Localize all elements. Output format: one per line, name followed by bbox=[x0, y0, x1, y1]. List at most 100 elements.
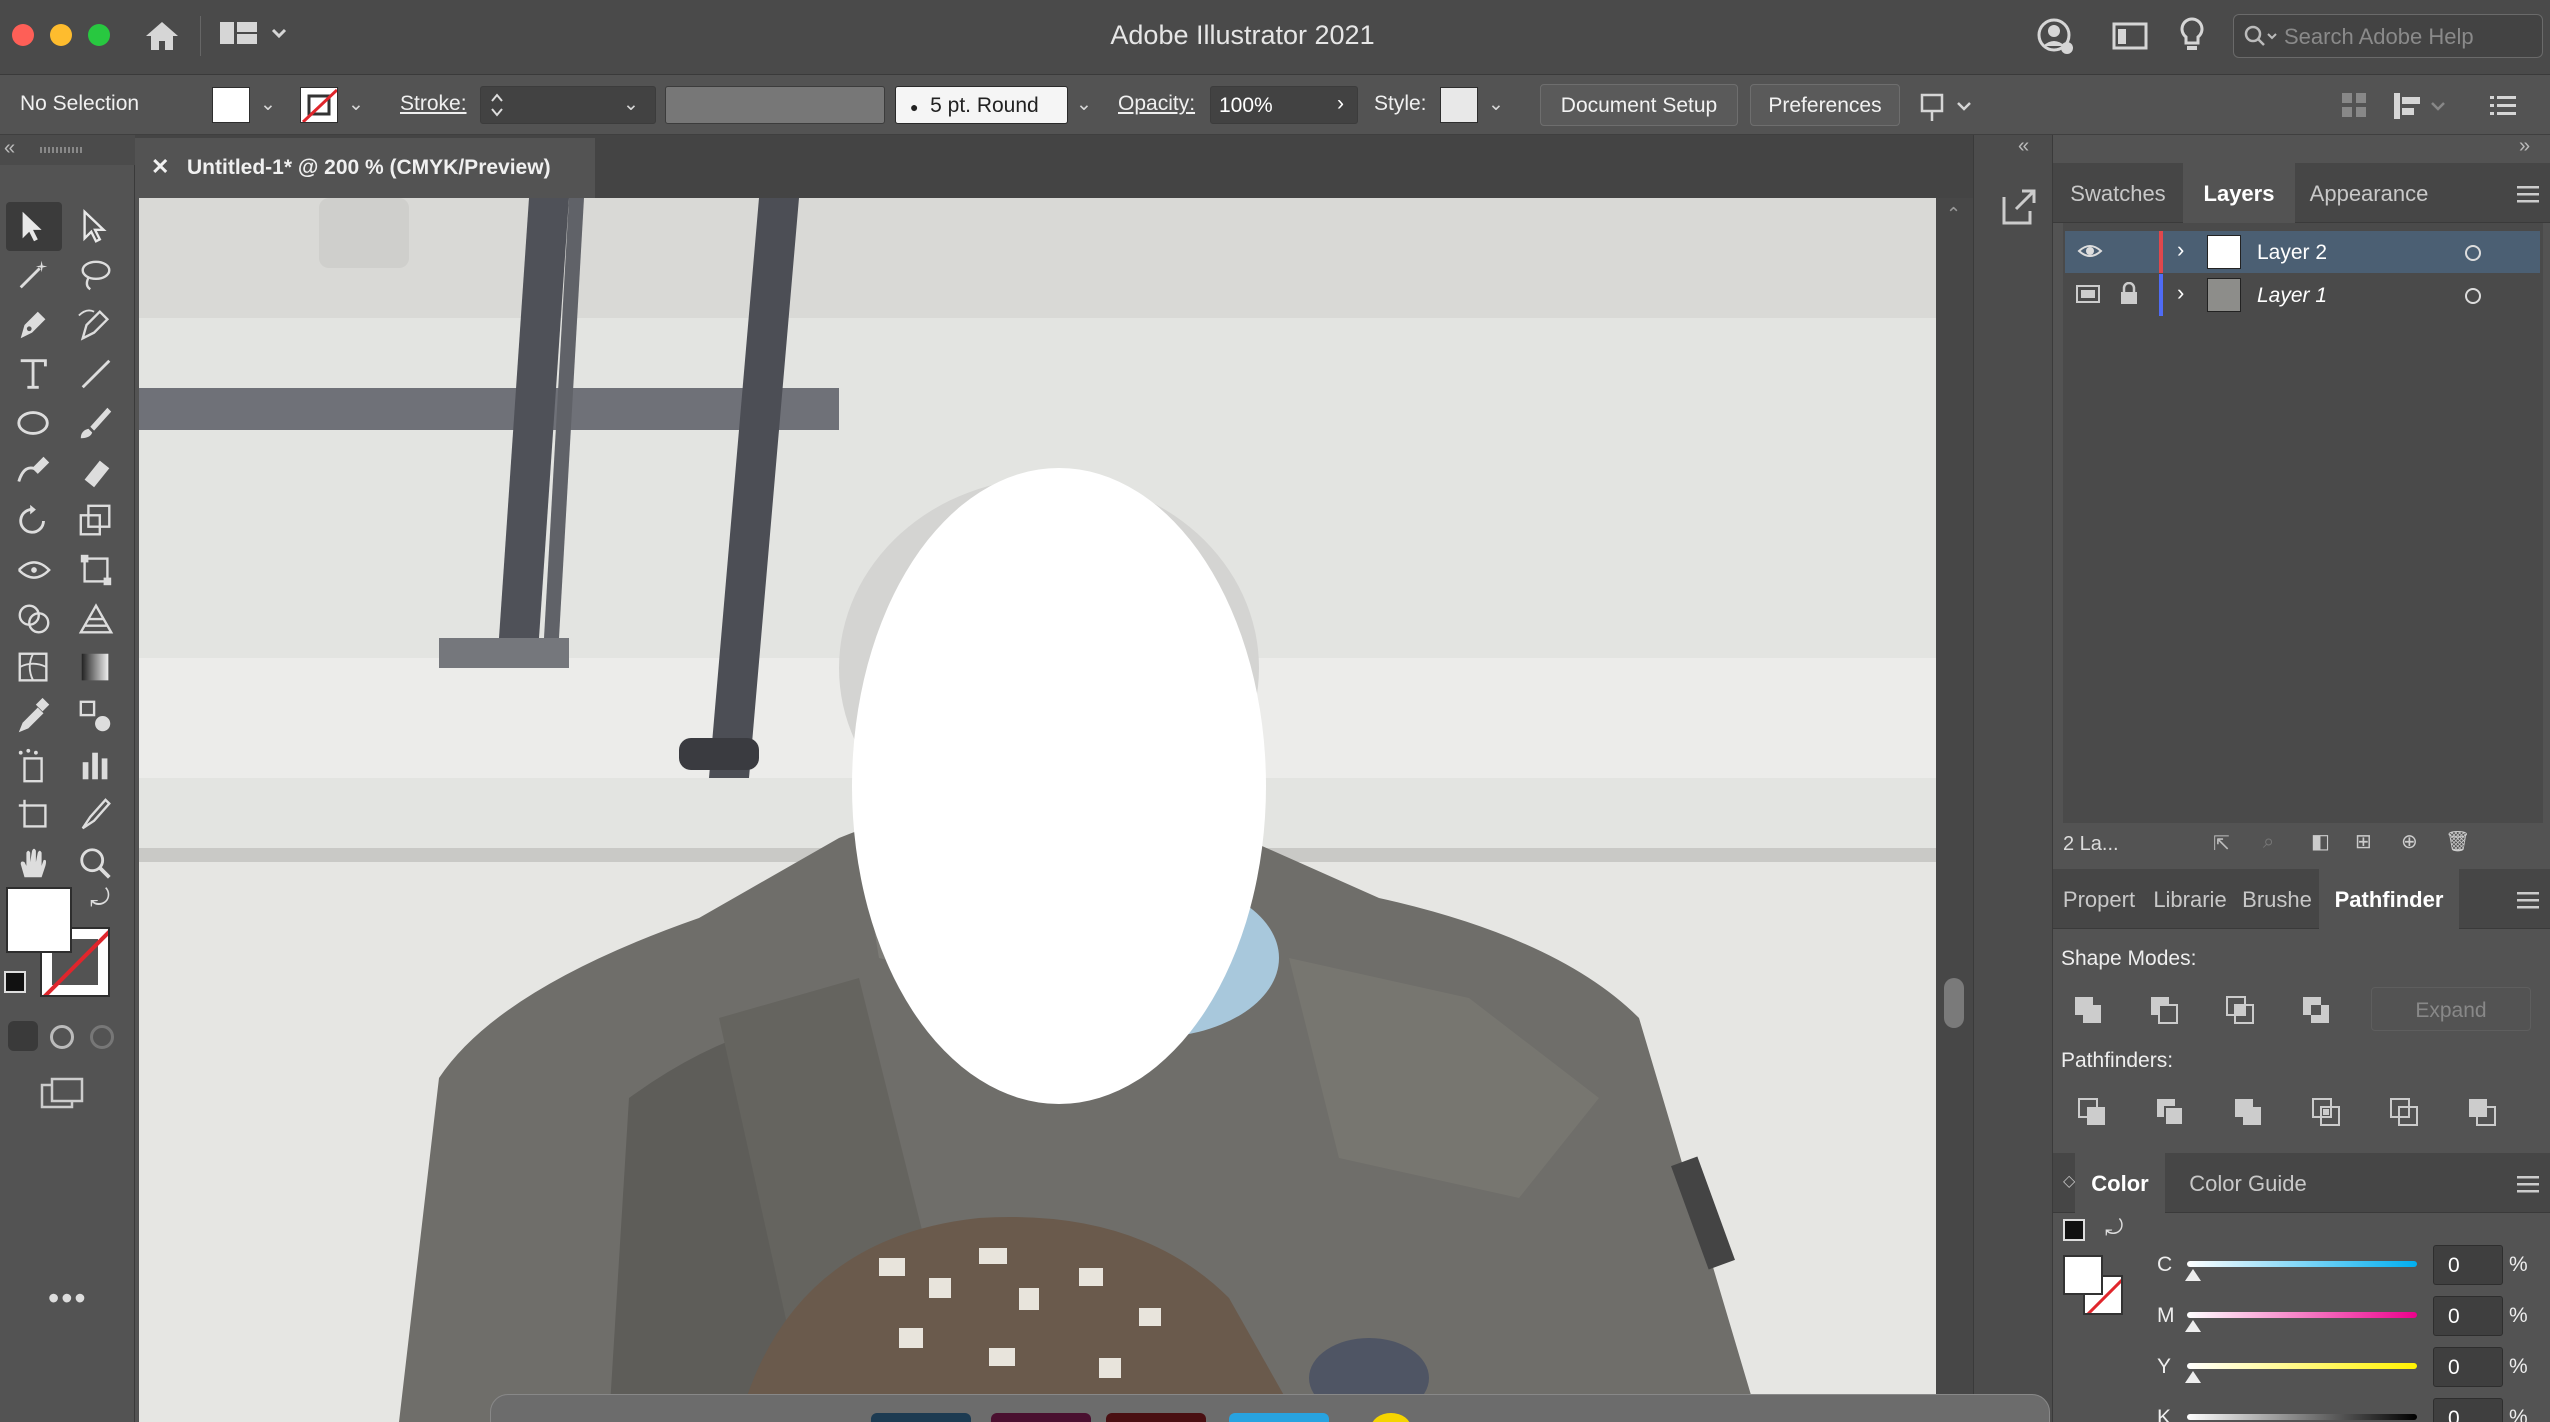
new-layer-icon[interactable]: ⊕ bbox=[2401, 829, 2418, 854]
channel-slider-thumb[interactable] bbox=[2185, 1269, 2201, 1281]
swap-colors-icon[interactable]: ⤾ bbox=[2105, 1215, 2123, 1241]
swap-fill-stroke-icon[interactable]: ⤾ bbox=[90, 885, 110, 913]
artboard-tool-icon[interactable] bbox=[6, 790, 62, 839]
brush-definition[interactable]: ● 5 pt. Round bbox=[895, 86, 1068, 124]
curvature-tool-icon[interactable] bbox=[68, 300, 124, 349]
selection-tool-icon[interactable] bbox=[6, 202, 62, 251]
layer-target-icon[interactable] bbox=[2465, 288, 2481, 304]
tools-panel-header[interactable]: « bbox=[0, 135, 135, 165]
user-account-icon[interactable] bbox=[2037, 18, 2075, 61]
outline-icon[interactable] bbox=[2389, 1097, 2419, 1127]
vertical-scrollbar[interactable]: ⌃ bbox=[1936, 198, 1973, 1422]
expand-button[interactable]: Expand bbox=[2371, 987, 2531, 1031]
lightbulb-icon[interactable] bbox=[2178, 16, 2206, 59]
scroll-up-icon[interactable]: ⌃ bbox=[1946, 204, 1961, 225]
dock-app-icon[interactable] bbox=[991, 1413, 1091, 1422]
tab-properties[interactable]: Propert bbox=[2053, 869, 2145, 929]
control-bar-menu-icon[interactable] bbox=[2490, 93, 2516, 123]
stroke-dropdown-chevron-icon[interactable]: ⌄ bbox=[348, 93, 364, 116]
style-chevron-icon[interactable]: ⌄ bbox=[1488, 93, 1504, 116]
tab-color[interactable]: Color bbox=[2075, 1153, 2165, 1213]
direct-selection-tool-icon[interactable] bbox=[68, 202, 124, 251]
document-setup-button[interactable]: Document Setup bbox=[1540, 84, 1738, 126]
channel-value-field[interactable]: 0 bbox=[2433, 1398, 2503, 1422]
type-tool-icon[interactable] bbox=[6, 349, 62, 398]
color-options-toggle-icon[interactable]: ◇ bbox=[2063, 1171, 2075, 1191]
tab-color-guide[interactable]: Color Guide bbox=[2173, 1153, 2323, 1213]
channel-value-field[interactable]: 0 bbox=[2433, 1347, 2503, 1387]
dock-app-icon[interactable] bbox=[1106, 1413, 1206, 1422]
visibility-eye-icon[interactable] bbox=[2077, 241, 2103, 267]
expand-layer-chevron-icon[interactable]: › bbox=[2177, 237, 2184, 263]
symbol-sprayer-tool-icon[interactable] bbox=[6, 741, 62, 790]
channel-slider-track[interactable] bbox=[2187, 1414, 2417, 1420]
dock-app-icon[interactable] bbox=[871, 1413, 971, 1422]
intersect-icon[interactable] bbox=[2225, 995, 2255, 1025]
layers-panel-menu-icon[interactable] bbox=[2517, 183, 2539, 209]
pen-tool-icon[interactable] bbox=[6, 300, 62, 349]
scale-tool-icon[interactable] bbox=[68, 496, 124, 545]
collapse-tools-icon[interactable]: « bbox=[4, 137, 15, 160]
edit-toolbar-icon[interactable]: ••• bbox=[48, 1280, 88, 1317]
brush-chevron-icon[interactable]: ⌄ bbox=[1076, 93, 1092, 116]
expand-layer-chevron-icon[interactable]: › bbox=[2177, 280, 2184, 306]
document-tab[interactable]: ✕ Untitled-1* @ 200 % (CMYK/Preview) bbox=[135, 138, 595, 198]
layer-row-layer-2[interactable]: › Layer 2 bbox=[2065, 231, 2540, 273]
tab-libraries[interactable]: Librarie bbox=[2145, 869, 2235, 929]
visibility-template-icon[interactable] bbox=[2075, 284, 2101, 310]
fill-color-mode-icon[interactable] bbox=[8, 1021, 38, 1051]
none-mode-icon[interactable] bbox=[90, 1025, 114, 1049]
column-graph-tool-icon[interactable] bbox=[68, 741, 124, 790]
locate-object-icon[interactable]: ⌕ bbox=[2263, 831, 2274, 854]
fill-swatch[interactable] bbox=[212, 87, 250, 123]
line-tool-icon[interactable] bbox=[68, 349, 124, 398]
artboard-canvas[interactable] bbox=[139, 198, 1936, 1422]
align-icon[interactable] bbox=[2340, 91, 2370, 127]
blend-tool-icon[interactable] bbox=[68, 692, 124, 741]
stroke-weight-chevron-icon[interactable]: ⌄ bbox=[623, 93, 639, 116]
fill-dropdown-chevron-icon[interactable]: ⌄ bbox=[260, 93, 276, 116]
perspective-grid-tool-icon[interactable] bbox=[68, 594, 124, 643]
scroll-thumb[interactable] bbox=[1944, 978, 1964, 1028]
minus-back-icon[interactable] bbox=[2467, 1097, 2497, 1127]
channel-value-field[interactable]: 0 bbox=[2433, 1245, 2503, 1285]
default-colors-icon[interactable] bbox=[2063, 1219, 2085, 1241]
new-sublayer-icon[interactable]: ⊞ bbox=[2355, 829, 2372, 854]
ellipse-tool-icon[interactable] bbox=[6, 398, 62, 447]
opacity-arrow-icon[interactable]: › bbox=[1337, 92, 1344, 116]
transform-icon[interactable] bbox=[2392, 91, 2452, 127]
divide-icon[interactable] bbox=[2077, 1097, 2107, 1127]
variable-width-profile[interactable] bbox=[665, 86, 885, 124]
layer-name[interactable]: Layer 1 bbox=[2257, 284, 2327, 308]
zoom-tool-icon[interactable] bbox=[68, 839, 124, 888]
channel-slider-thumb[interactable] bbox=[2185, 1371, 2201, 1383]
tab-swatches[interactable]: Swatches bbox=[2053, 163, 2183, 223]
arrange-documents-icon[interactable] bbox=[2112, 22, 2148, 55]
stroke-weight-field[interactable]: ⌄ bbox=[480, 86, 656, 124]
shaper-tool-icon[interactable] bbox=[6, 447, 62, 496]
collapse-dock-icon[interactable]: » bbox=[2519, 135, 2530, 158]
rotate-tool-icon[interactable] bbox=[6, 496, 62, 545]
magic-wand-tool-icon[interactable] bbox=[6, 251, 62, 300]
gradient-mode-icon[interactable] bbox=[50, 1025, 74, 1049]
preferences-button[interactable]: Preferences bbox=[1750, 84, 1900, 126]
export-for-screens-icon[interactable]: ⇱ bbox=[2213, 831, 2230, 856]
slice-tool-icon[interactable] bbox=[68, 790, 124, 839]
drawing-modes-icon[interactable] bbox=[40, 1077, 86, 1116]
default-fill-stroke-icon[interactable] bbox=[4, 971, 26, 993]
channel-slider-track[interactable] bbox=[2187, 1363, 2417, 1369]
lasso-tool-icon[interactable] bbox=[68, 251, 124, 300]
unite-icon[interactable] bbox=[2073, 995, 2103, 1025]
free-transform-tool-icon[interactable] bbox=[68, 545, 124, 594]
make-clipping-mask-icon[interactable]: ◧ bbox=[2311, 829, 2330, 854]
dock-app-icon[interactable] bbox=[1371, 1413, 1411, 1422]
crop-icon[interactable] bbox=[2311, 1097, 2341, 1127]
color-panel-menu-icon[interactable] bbox=[2517, 1173, 2539, 1199]
channel-slider-thumb[interactable] bbox=[2185, 1320, 2201, 1332]
channel-value-field[interactable]: 0 bbox=[2433, 1296, 2503, 1336]
exclude-icon[interactable] bbox=[2301, 995, 2331, 1025]
paintbrush-tool-icon[interactable] bbox=[68, 398, 124, 447]
shape-builder-tool-icon[interactable] bbox=[6, 594, 62, 643]
opacity-label[interactable]: Opacity: bbox=[1118, 92, 1195, 116]
fill-color-front[interactable] bbox=[6, 887, 72, 953]
